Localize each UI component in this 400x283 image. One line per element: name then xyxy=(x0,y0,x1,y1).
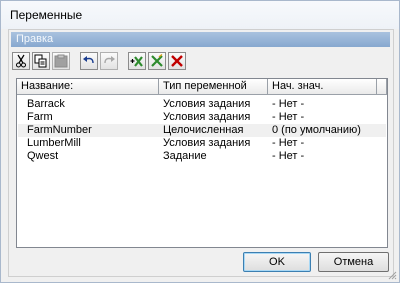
table-row[interactable]: Farm Условия задания - Нет - xyxy=(18,111,386,124)
row-name: LumberMill xyxy=(27,137,81,149)
edit-variable-icon xyxy=(151,54,163,67)
table-row[interactable]: Barrack Условия задания - Нет - xyxy=(18,98,386,111)
row-value: - Нет - xyxy=(272,137,305,149)
toolbar xyxy=(11,50,391,74)
ok-button[interactable]: OK xyxy=(243,252,311,272)
undo-icon xyxy=(83,56,94,64)
menu-edit[interactable]: Правка xyxy=(16,33,53,45)
delete-variable-button[interactable] xyxy=(168,52,186,70)
row-type: Условия задания xyxy=(163,98,251,110)
row-name: Qwest xyxy=(27,150,59,162)
row-value: - Нет - xyxy=(272,150,305,162)
row-name: Barrack xyxy=(27,98,65,110)
column-header-initial-value[interactable]: Нач. знач. xyxy=(268,79,377,95)
add-variable-button[interactable] xyxy=(128,52,146,70)
row-type: Условия задания xyxy=(163,137,251,149)
row-value: 0 (по умолчанию) xyxy=(272,124,361,136)
cut-button[interactable] xyxy=(12,52,30,70)
column-header-filler xyxy=(377,79,387,95)
title-bar[interactable]: Переменные xyxy=(1,1,399,29)
row-type: Задание xyxy=(163,150,207,162)
cut-icon xyxy=(16,54,26,68)
variables-dialog: Переменные Правка Название: Тип переменн… xyxy=(0,0,400,283)
table-row[interactable]: LumberMill Условия задания - Нет - xyxy=(18,137,386,150)
column-header-type[interactable]: Тип переменной xyxy=(159,79,268,95)
row-type: Условия задания xyxy=(163,111,251,123)
variables-table: Название: Тип переменной Нач. знач. Barr… xyxy=(16,78,388,248)
cancel-button[interactable]: Отмена xyxy=(318,252,389,272)
row-value: - Нет - xyxy=(272,111,305,123)
menu-bar: Правка xyxy=(11,32,390,47)
column-header-name[interactable]: Название: xyxy=(17,79,159,95)
delete-variable-icon xyxy=(171,55,183,67)
paste-button[interactable] xyxy=(52,52,70,70)
redo-icon xyxy=(104,56,115,64)
table-row-selected[interactable]: FarmNumber Целочисленная 0 (по умолчанию… xyxy=(18,124,386,137)
row-type: Целочисленная xyxy=(163,124,244,136)
resize-grip-icon[interactable] xyxy=(387,270,397,280)
row-name: FarmNumber xyxy=(27,124,92,136)
window-title: Переменные xyxy=(10,8,83,22)
row-name: Farm xyxy=(27,111,53,123)
redo-button[interactable] xyxy=(100,52,118,70)
table-row[interactable]: Qwest Задание - Нет - xyxy=(18,150,386,163)
copy-button[interactable] xyxy=(32,52,50,70)
dialog-body: Правка Название: Тип переменной Нач. зна… xyxy=(8,29,394,277)
paste-icon xyxy=(54,54,68,68)
undo-button[interactable] xyxy=(80,52,98,70)
add-variable-icon xyxy=(130,56,143,67)
edit-variable-button[interactable] xyxy=(148,52,166,70)
copy-icon xyxy=(34,54,47,68)
row-value: - Нет - xyxy=(272,98,305,110)
